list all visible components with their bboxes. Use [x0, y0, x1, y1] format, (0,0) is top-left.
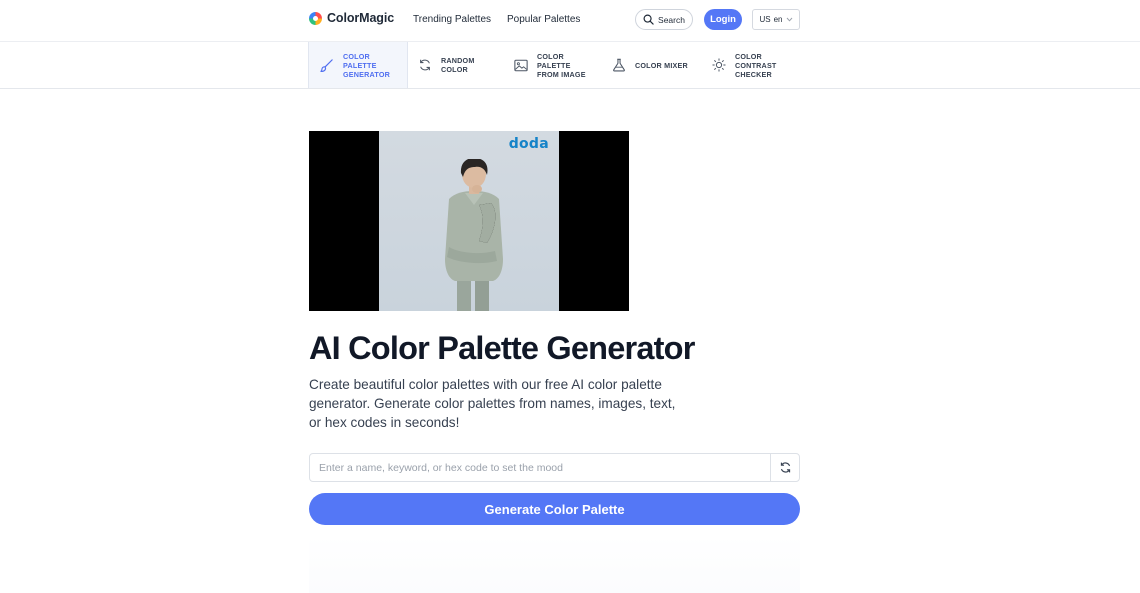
tool-color-mixer[interactable]: COLOR MIXER — [602, 42, 702, 88]
colormagic-logo-icon — [309, 11, 322, 25]
refresh-icon — [780, 462, 790, 473]
page-title: AI Color Palette Generator — [309, 330, 695, 366]
top-header: ColorMagic Trending Palettes Popular Pal… — [0, 0, 1140, 42]
mood-input[interactable] — [310, 454, 770, 481]
generate-palette-button[interactable]: Generate Color Palette — [309, 493, 800, 525]
image-icon — [514, 59, 528, 71]
tool-color-contrast-checker[interactable]: COLOR CONTRAST CHECKER — [702, 42, 802, 88]
tool-color-palette-generator[interactable]: COLOR PALETTE GENERATOR — [308, 42, 408, 88]
sun-icon — [712, 58, 726, 72]
tool-random-color[interactable]: RANDOM COLOR — [408, 42, 504, 88]
tool-label: COLOR MIXER — [635, 60, 688, 70]
person-image — [445, 159, 503, 311]
random-suggestion-button[interactable] — [770, 454, 799, 481]
content-fade — [309, 535, 800, 593]
tool-label: COLOR CONTRAST CHECKER — [735, 51, 777, 79]
login-button[interactable]: Login — [704, 9, 742, 30]
search-label: Search — [658, 14, 685, 25]
video-player[interactable]: doda — [309, 131, 629, 311]
search-icon — [643, 14, 654, 25]
nav-trending-palettes[interactable]: Trending Palettes — [413, 14, 491, 25]
chevron-down-icon — [786, 17, 792, 22]
tools-bar: COLOR PALETTE GENERATOR RANDOM COLOR COL… — [0, 42, 1140, 89]
page-description: Create beautiful color palettes with our… — [309, 377, 676, 430]
tool-color-palette-from-image[interactable]: COLOR PALETTE FROM IMAGE — [504, 42, 599, 88]
brush-icon — [320, 58, 333, 72]
tool-label: RANDOM COLOR — [441, 56, 475, 74]
mood-input-group — [309, 453, 800, 482]
logo[interactable]: ColorMagic — [309, 11, 394, 25]
tool-label: COLOR PALETTE GENERATOR — [343, 51, 391, 79]
top-nav: Trending Palettes Popular Palettes — [413, 14, 580, 25]
nav-popular-palettes[interactable]: Popular Palettes — [507, 14, 580, 25]
flask-icon — [613, 58, 625, 72]
video-brand-logo: doda — [508, 136, 549, 152]
search-button[interactable]: Search — [635, 9, 693, 30]
refresh-icon — [420, 59, 430, 71]
region-code: US — [759, 15, 771, 24]
language-selector[interactable]: US en — [752, 9, 800, 30]
video-frame: doda — [379, 131, 559, 311]
language-code: en — [773, 15, 783, 24]
tool-label: COLOR PALETTE FROM IMAGE — [537, 51, 586, 79]
brand-name: ColorMagic — [327, 11, 395, 25]
